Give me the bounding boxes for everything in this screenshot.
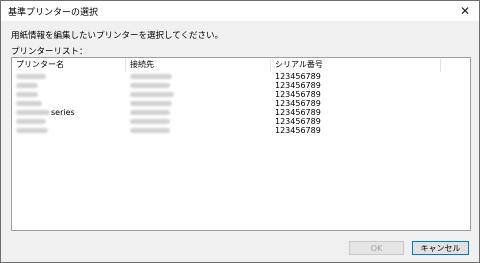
printer-name-cell	[12, 117, 126, 126]
cancel-button[interactable]: キャンセル	[412, 241, 469, 255]
table-row[interactable]: 123456789	[12, 90, 470, 99]
serial-cell: 123456789	[275, 99, 321, 108]
table-row[interactable]: 123456789	[12, 72, 470, 81]
redacted-name	[16, 110, 50, 115]
column-header-serial[interactable]: シリアル番号	[271, 58, 441, 72]
connection-cell	[126, 126, 271, 135]
table-row[interactable]: 123456789	[12, 117, 470, 126]
printer-name-cell	[12, 81, 126, 90]
redacted-name	[16, 83, 38, 88]
printer-name-cell	[12, 99, 126, 108]
close-icon: ✕	[459, 4, 471, 18]
redacted-address	[130, 101, 172, 106]
serial-cell: 123456789	[275, 126, 321, 135]
table-row[interactable]: 123456789	[12, 81, 470, 90]
printer-name-cell: series	[12, 108, 126, 117]
close-button[interactable]: ✕	[451, 1, 479, 21]
printer-name-cell	[12, 72, 126, 81]
list-header: プリンター名 接続先 シリアル番号	[12, 58, 470, 72]
dialog-title: 基準プリンターの選択	[8, 7, 99, 18]
table-row[interactable]: 123456789	[12, 99, 470, 108]
connection-cell	[126, 117, 271, 126]
redacted-address	[130, 119, 170, 124]
column-header-connection[interactable]: 接続先	[126, 58, 271, 72]
printer-list-label: プリンターリスト：	[11, 47, 88, 57]
connection-cell	[126, 72, 271, 81]
printer-name-cell	[12, 126, 126, 135]
redacted-name	[16, 119, 46, 124]
serial-cell: 123456789	[275, 90, 321, 99]
redacted-name	[16, 128, 48, 133]
redacted-address	[130, 128, 170, 133]
redacted-address	[130, 83, 170, 88]
redacted-name	[16, 92, 38, 97]
connection-cell	[126, 81, 271, 90]
redacted-name	[16, 101, 42, 106]
printer-select-dialog: 基準プリンターの選択 ✕ 用紙情報を編集したいプリンターを選択してください。 プ…	[0, 0, 480, 263]
column-header-name[interactable]: プリンター名	[12, 58, 126, 72]
serial-cell: 123456789	[275, 108, 321, 117]
connection-cell	[126, 90, 271, 99]
ok-button[interactable]: OK	[349, 241, 404, 255]
table-row[interactable]: 123456789	[12, 126, 470, 135]
printer-list[interactable]: プリンター名 接続先 シリアル番号 123456789 123456789 12…	[11, 57, 471, 231]
instruction-text: 用紙情報を編集したいプリンターを選択してください。	[11, 31, 223, 41]
connection-cell	[126, 99, 271, 108]
printer-name-suffix: series	[51, 108, 75, 117]
redacted-address	[130, 92, 174, 97]
title-bar: 基準プリンターの選択 ✕	[1, 1, 479, 21]
serial-cell: 123456789	[275, 81, 321, 90]
redacted-name	[16, 74, 46, 79]
connection-cell	[126, 108, 271, 117]
redacted-address	[130, 74, 172, 79]
printer-name-cell	[12, 90, 126, 99]
table-row[interactable]: series 123456789	[12, 108, 470, 117]
redacted-address	[130, 110, 170, 115]
serial-cell: 123456789	[275, 117, 321, 126]
serial-cell: 123456789	[275, 72, 321, 81]
